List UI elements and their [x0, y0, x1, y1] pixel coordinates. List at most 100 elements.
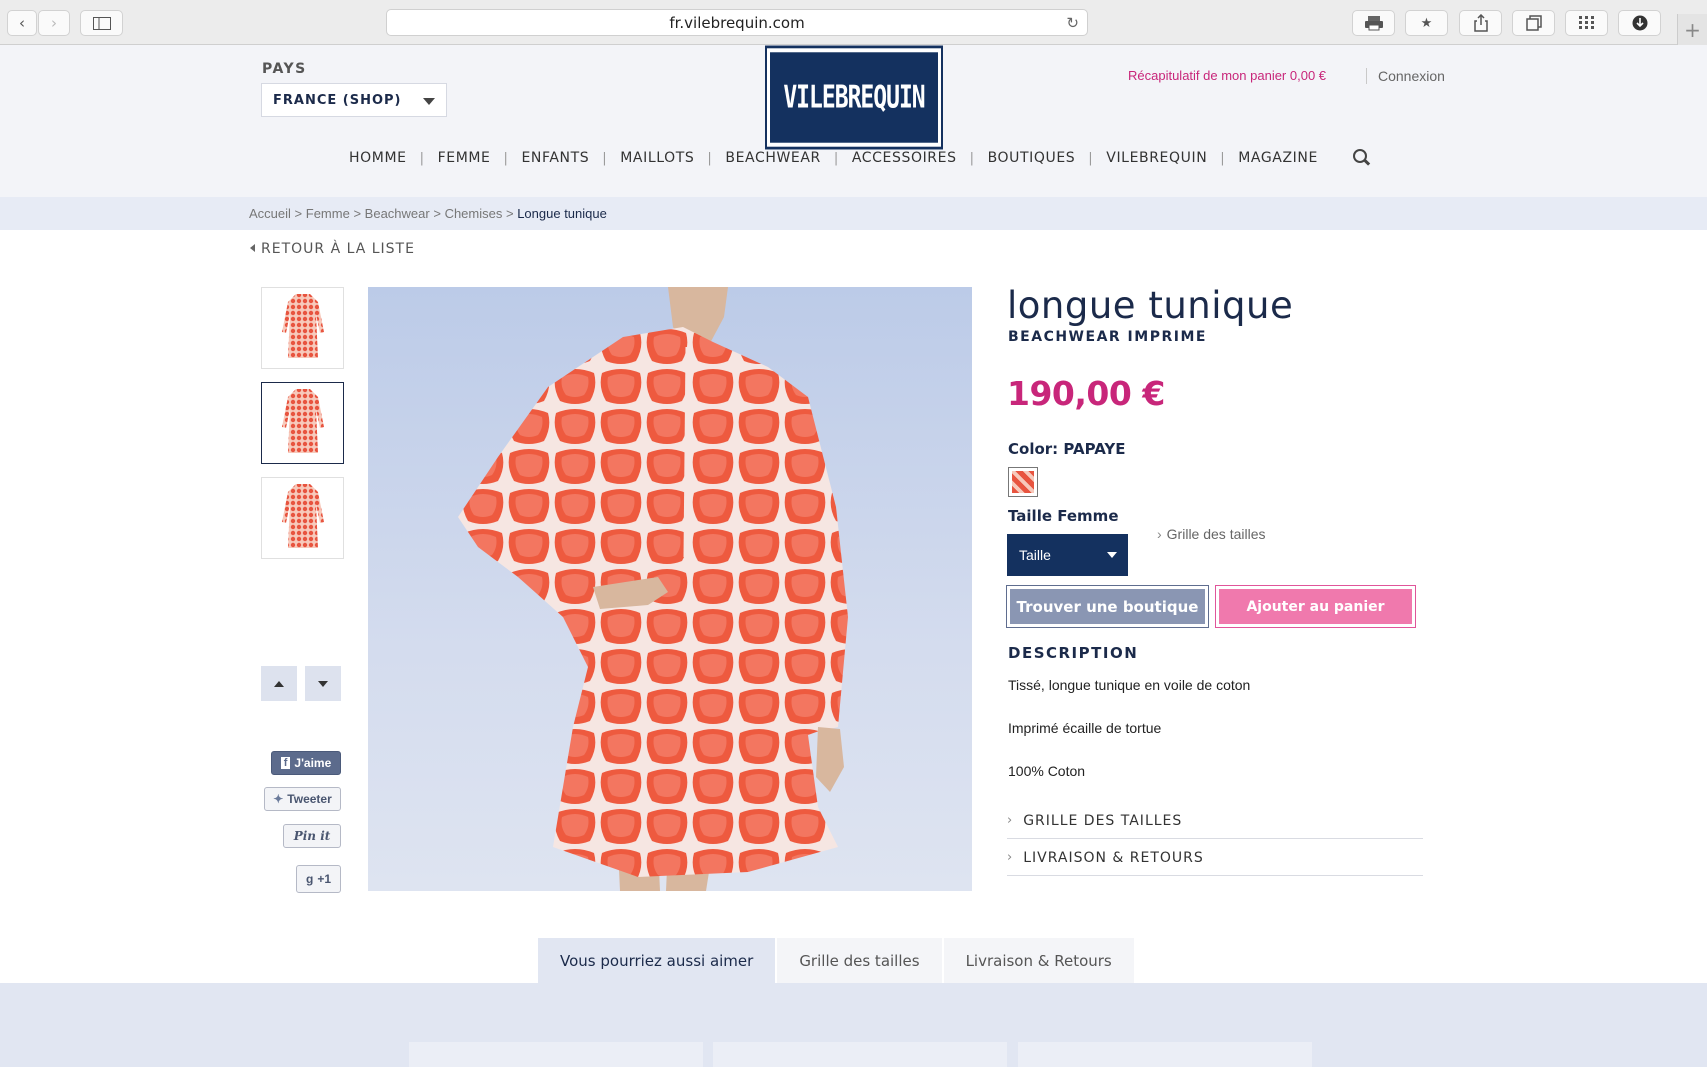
- tab-size-chart[interactable]: Grille des tailles: [777, 938, 942, 983]
- main-nav: HOMME | FEMME | ENFANTS | MAILLOTS | BEACHWE…: [0, 149, 1707, 167]
- breadcrumb-current: Longue tunique: [517, 206, 607, 221]
- size-select[interactable]: Taille: [1007, 534, 1128, 576]
- tweet-label: Tweeter: [287, 792, 332, 806]
- print-icon: [1364, 16, 1383, 31]
- chevron-right-icon: ›: [1007, 850, 1014, 865]
- chevron-right-icon: ›: [1007, 813, 1014, 828]
- breadcrumb-bar: Accueil > Femme > Beachwear > Chemises >…: [0, 197, 1707, 230]
- accordion-label: LIVRAISON & RETOURS: [1023, 849, 1204, 866]
- recommendation-card[interactable]: [409, 1042, 703, 1067]
- caret-down-icon: [1107, 552, 1117, 558]
- facebook-like-button[interactable]: f J'aime: [271, 751, 341, 775]
- thumbnails-down-button[interactable]: [305, 666, 341, 701]
- tunic-model-photo: [458, 287, 848, 891]
- address-bar[interactable]: fr.vilebrequin.com ↻: [386, 9, 1088, 36]
- add-to-cart-button[interactable]: Ajouter au panier: [1215, 585, 1416, 628]
- apps-grid-button[interactable]: [1565, 10, 1608, 36]
- size-chart-link[interactable]: › Grille des tailles: [1157, 526, 1266, 542]
- breadcrumb-item-chemises[interactable]: Chemises: [445, 206, 503, 221]
- nav-item-accessoires[interactable]: ACCESSOIRES: [839, 150, 970, 166]
- breadcrumb-item-femme[interactable]: Femme: [306, 206, 350, 221]
- color-swatch-papaye[interactable]: [1008, 467, 1038, 497]
- back-to-list-label: RETOUR À LA LISTE: [261, 241, 415, 257]
- product-title: longue tunique: [1007, 284, 1294, 327]
- download-icon: [1632, 15, 1647, 31]
- url-text: fr.vilebrequin.com: [669, 13, 805, 32]
- caret-down-icon: [423, 98, 435, 105]
- swatch-pattern: [1012, 471, 1034, 493]
- facebook-icon: f: [280, 757, 291, 769]
- country-select[interactable]: FRANCE (SHOP): [261, 83, 447, 117]
- tunic-thumbnail-image: [281, 484, 324, 548]
- facebook-like-label: J'aime: [294, 756, 332, 770]
- forward-button[interactable]: ›: [38, 10, 70, 36]
- description-heading: DESCRIPTION: [1008, 644, 1139, 662]
- thumbnails-up-button[interactable]: [261, 666, 297, 701]
- tweet-button[interactable]: ✦ Tweeter: [264, 787, 341, 811]
- color-label: Color: PAPAYE: [1008, 440, 1126, 458]
- tunic-thumbnail-image: [281, 294, 324, 358]
- google-plus-icon: g: [305, 872, 314, 886]
- bookmark-button[interactable]: ★: [1405, 10, 1448, 36]
- tabs-overview-button[interactable]: [1512, 10, 1555, 36]
- size-chart-link-label: Grille des tailles: [1166, 526, 1266, 542]
- nav-item-beachwear[interactable]: BEACHWEAR: [712, 150, 833, 166]
- pinterest-button[interactable]: Pin it: [283, 824, 341, 848]
- color-label-text: Color:: [1008, 440, 1059, 458]
- nav-item-enfants[interactable]: ENFANTS: [508, 150, 602, 166]
- print-button[interactable]: [1352, 10, 1395, 36]
- logo-text: VILEBREQUIN: [783, 79, 925, 116]
- browser-toolbar: ‹ › fr.vilebrequin.com ↻ ★ +: [0, 0, 1707, 45]
- nav-item-vilebrequin[interactable]: VILEBREQUIN: [1093, 150, 1220, 166]
- breadcrumb-item-accueil[interactable]: Accueil: [249, 206, 291, 221]
- pinterest-label: Pin it: [293, 829, 331, 843]
- product-main-image[interactable]: [368, 287, 972, 891]
- breadcrumb-separator: >: [294, 206, 303, 221]
- google-plus-label: +1: [317, 872, 332, 886]
- product-price: 190,00 €: [1007, 374, 1165, 413]
- product-tabs: Vous pourriez aussi aimer Grille des tai…: [538, 938, 1136, 983]
- nav-item-magazine[interactable]: MAGAZINE: [1225, 150, 1331, 166]
- recommendation-card[interactable]: [1018, 1042, 1312, 1067]
- back-button[interactable]: ‹: [7, 10, 37, 36]
- tab-you-may-also-like[interactable]: Vous pourriez aussi aimer: [538, 938, 776, 983]
- nav-item-boutiques[interactable]: BOUTIQUES: [975, 150, 1089, 166]
- share-button[interactable]: [1459, 10, 1502, 36]
- vilebrequin-logo[interactable]: VILEBREQUIN: [765, 45, 943, 150]
- find-store-button[interactable]: Trouver une boutique: [1006, 585, 1209, 628]
- breadcrumb-separator: >: [433, 206, 441, 221]
- chevron-right-icon: ›: [51, 14, 57, 32]
- description-line: 100% Coton: [1008, 763, 1086, 779]
- breadcrumb-item-beachwear[interactable]: Beachwear: [365, 206, 430, 221]
- product-thumbnail[interactable]: [261, 287, 344, 369]
- nav-item-maillots[interactable]: MAILLOTS: [607, 150, 707, 166]
- breadcrumb-separator: >: [353, 206, 362, 221]
- plus-icon: +: [1684, 17, 1701, 42]
- login-link[interactable]: Connexion: [1378, 68, 1445, 84]
- recommendation-card[interactable]: [713, 1042, 1007, 1067]
- product-thumbnail[interactable]: [261, 477, 344, 559]
- accordion-size-chart[interactable]: › GRILLE DES TAILLES: [1007, 803, 1423, 839]
- site-header: PAYS FRANCE (SHOP) VILEBREQUIN Récapitul…: [0, 45, 1707, 197]
- cart-summary-link[interactable]: Récapitulatif de mon panier 0,00 €: [1128, 68, 1326, 83]
- nav-item-femme[interactable]: FEMME: [425, 150, 504, 166]
- nav-item-homme[interactable]: HOMME: [336, 150, 420, 166]
- new-tab-button[interactable]: +: [1677, 14, 1707, 45]
- back-to-list-link[interactable]: RETOUR À LA LISTE: [250, 241, 415, 257]
- size-label: Taille Femme: [1008, 507, 1119, 525]
- sidebar-icon: [92, 16, 111, 30]
- sidebar-toggle-button[interactable]: [80, 10, 123, 36]
- accordion-shipping-returns[interactable]: › LIVRAISON & RETOURS: [1007, 840, 1423, 876]
- share-icon: [1473, 14, 1488, 32]
- tab-shipping-returns[interactable]: Livraison & Retours: [943, 938, 1134, 983]
- description-line: Tissé, longue tunique en voile de coton: [1008, 677, 1251, 693]
- google-plus-button[interactable]: g +1: [296, 865, 341, 893]
- downloads-button[interactable]: [1618, 10, 1661, 36]
- breadcrumb: Accueil > Femme > Beachwear > Chemises >…: [249, 206, 607, 221]
- twitter-icon: ✦: [273, 792, 284, 806]
- breadcrumb-separator: >: [505, 206, 514, 221]
- reload-icon[interactable]: ↻: [1066, 14, 1079, 32]
- grid-icon: [1578, 16, 1594, 29]
- product-thumbnail-selected[interactable]: [261, 382, 344, 464]
- search-icon[interactable]: [1352, 149, 1371, 167]
